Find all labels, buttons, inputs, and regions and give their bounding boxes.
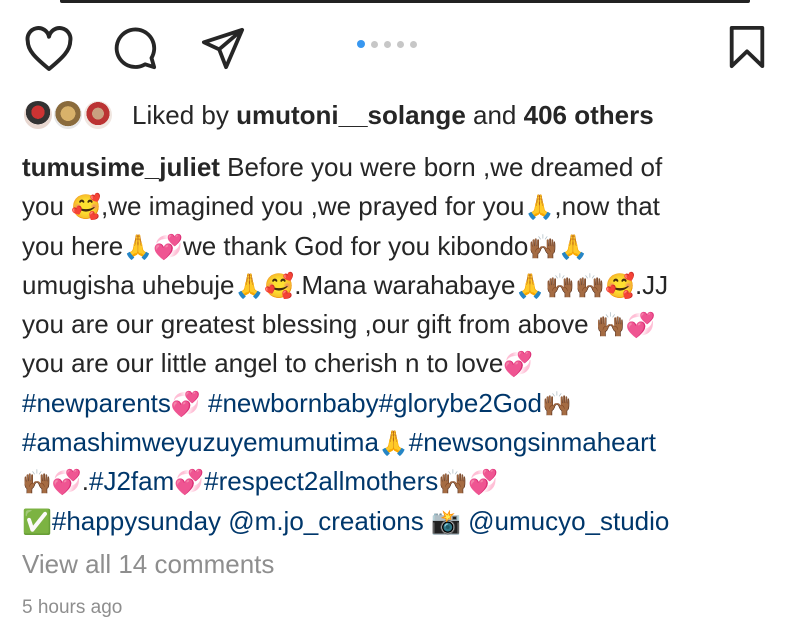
caption-text: umugisha uhebuje [22,269,235,300]
caption-text [424,506,431,536]
emoji-icon: 📸 [430,508,461,536]
hashtag-link[interactable]: #newsongsinmaheart [409,427,656,457]
caption-text: you here [22,230,124,261]
caption-text: . [81,466,89,497]
mention-link[interactable]: @m.jo_creations [228,506,423,536]
emoji-icon: 💞 [503,351,534,379]
caption-text: we thank God for you kibondo [182,230,529,261]
caption-line: you are our greatest blessing ,our gift … [22,305,782,344]
carousel-dot [384,40,391,48]
liker-username[interactable]: umutoni__solange [236,100,466,130]
carousel-dot [397,40,404,48]
caption-text: you are our greatest blessing ,our gift … [22,309,596,340]
emoji-icon: 🙌🏾💞 [595,312,656,340]
caption-line: umugisha uhebuje🙏🥰.Mana warahabaye🙏🙌🏾🙌🏾🥰… [22,266,782,305]
hashtag-link[interactable]: #respect2allmothers [204,466,438,496]
heart-outline-icon[interactable] [24,26,74,72]
caption-text: ,now that [554,191,660,222]
view-all-comments-link[interactable]: View all 14 comments [22,549,274,580]
speech-bubble-icon[interactable] [112,25,158,71]
caption-line: 🙌🏾💞.#J2fam💞#respect2allmothers🙌🏾💞 [22,462,782,501]
caption-text [201,388,208,418]
hashtag-link[interactable]: #amashimweyuzuyemumutima [22,427,379,457]
caption-text: you are our little angel to cherish n to… [22,348,504,379]
emoji-icon: 💞 [174,469,205,497]
caption-text: you [22,191,72,222]
emoji-icon: 🙏 [524,194,555,222]
caption-username[interactable]: tumusime_juliet [22,152,220,182]
emoji-icon: 🙌🏾💞 [22,469,82,497]
emoji-icon: 🙏🙌🏾🙌🏾🥰 [515,272,635,300]
likes-text[interactable]: Liked by umutoni__solange and 406 others [132,100,654,131]
liker-avatars [22,97,122,133]
carousel-indicator [357,40,417,48]
caption-line: you 🥰,we imagined you ,we prayed for you… [22,187,782,226]
likes-summary: Liked by umutoni__solange and 406 others [22,96,654,134]
avatar[interactable] [82,99,114,131]
hashtag-link[interactable]: #newbornbaby#glorybe2God [208,388,542,418]
caption-line: tumusime_juliet Before you were born ,we… [22,148,782,187]
paper-plane-icon[interactable] [200,26,246,70]
avatar[interactable] [52,99,84,131]
caption-text: .JJ [634,269,669,300]
hashtag-link[interactable]: #newparents [22,388,171,418]
caption-text: .Mana warahabaye [294,269,516,300]
caption-line: ✅#happysunday @m.jo_creations 📸 @umucyo_… [22,502,782,541]
caption-line: #amashimweyuzuyemumutima🙏#newsongsinmahe… [22,423,782,462]
emoji-icon: 🙌🏾🙏 [528,233,589,261]
emoji-icon: 🙌🏾 [541,390,572,418]
bookmark-icon[interactable] [727,25,767,69]
carousel-dot-active [357,40,365,48]
carousel-dot [371,40,378,48]
emoji-icon: 🙏💞 [123,233,183,261]
mention-link[interactable]: @umucyo_studio [468,506,669,536]
post-action-bar [0,0,800,90]
emoji-icon: ✅ [22,508,52,536]
likes-others-count[interactable]: 406 others [524,100,654,130]
caption-text: ,we imagined you ,we prayed for you [101,191,525,222]
likes-and: and [473,99,517,130]
caption-line: #newparents💞 #newbornbaby#glorybe2God🙌🏾 [22,384,782,423]
caption-line: you here🙏💞we thank God for you kibondo🙌🏾… [22,227,782,266]
emoji-icon: 🙏🥰 [234,272,295,300]
emoji-icon: 🥰 [71,194,102,222]
avatar[interactable] [22,99,54,131]
post-caption: tumusime_juliet Before you were born ,we… [22,148,782,541]
emoji-icon: 🙏 [378,430,409,458]
caption-text: Before you were born ,we dreamed of [227,152,663,182]
emoji-icon: 🙌🏾💞 [438,469,499,497]
post-timestamp: 5 hours ago [22,597,123,618]
caption-line: you are our little angel to cherish n to… [22,344,782,383]
emoji-icon: 💞 [170,390,201,418]
likes-prefix: Liked by [132,99,229,130]
carousel-dot [410,40,417,48]
hashtag-link[interactable]: #happysunday [52,506,221,536]
hashtag-link[interactable]: #J2fam [89,466,174,496]
